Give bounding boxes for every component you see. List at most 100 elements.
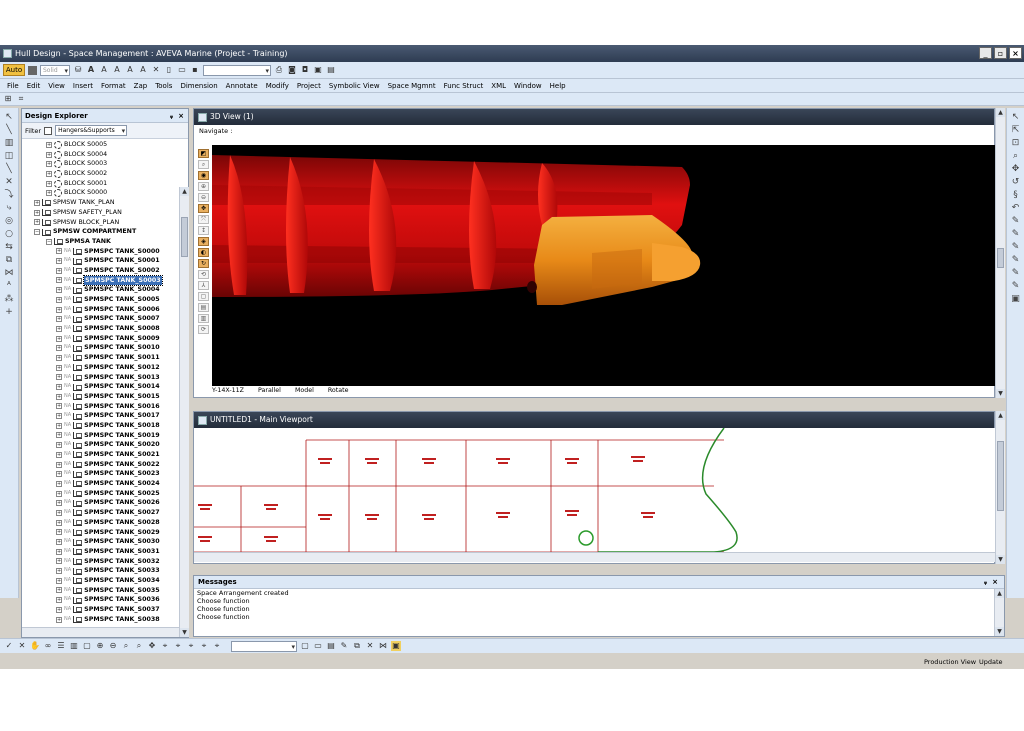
menu-project[interactable]: Project (293, 79, 325, 93)
circle-target-icon[interactable]: ◎ (4, 216, 14, 226)
tree-node-tank[interactable]: + NA SPMSPC TANK_S0025 (22, 489, 179, 499)
save-icon[interactable]: ▪ (190, 65, 200, 75)
tree-node-tank[interactable]: + NA SPMSPC TANK_S0024 (22, 479, 179, 489)
hatch-icon[interactable]: ▥ (4, 138, 14, 148)
tree-node-block[interactable]: + BLOCK S0005 (22, 140, 179, 150)
tree-node-tank[interactable]: + NA SPMSPC TANK_S0032 (22, 557, 179, 567)
expand-icon[interactable]: + (56, 432, 62, 439)
expand-icon[interactable]: + (56, 548, 62, 555)
hand-icon[interactable]: ✋ (30, 641, 40, 651)
expand-icon[interactable]: + (46, 161, 52, 168)
tree-node-tank[interactable]: + NA SPMSPC TANK_S0031 (22, 547, 179, 557)
orbit-icon[interactable]: ◉ (198, 171, 209, 180)
zoom-window-icon[interactable]: ⊡ (1011, 138, 1021, 148)
tree-node-tank[interactable]: + NA SPMSPC TANK_S0009 (22, 334, 179, 344)
tree-node-tank[interactable]: + NA SPMSPC TANK_S0038 (22, 615, 179, 625)
pointer-icon[interactable]: ↖ (4, 112, 14, 122)
expand-icon[interactable]: + (56, 587, 62, 594)
tree-node-tank[interactable]: + NA SPMSPC TANK_S0018 (22, 421, 179, 431)
properties-icon[interactable]: ▣ (391, 641, 401, 651)
expand-icon[interactable]: + (56, 364, 62, 371)
zoom-out-icon[interactable]: ⊖ (108, 641, 118, 651)
tree-node-tank[interactable]: + NA SPMSPC TANK_S0001 (22, 256, 179, 266)
tree-node-block[interactable]: + BLOCK S0003 (22, 159, 179, 169)
tree-node-tank[interactable]: + NA SPMSPC TANK_S0026 (22, 498, 179, 508)
close-icon[interactable]: × (992, 578, 998, 586)
minimize-button[interactable]: _ (979, 47, 992, 59)
tree-node-tank[interactable]: + NA SPMSPC TANK_S0002 (22, 266, 179, 276)
tree-node-tank[interactable]: + NA SPMSPC TANK_S0028 (22, 518, 179, 528)
frame-icon[interactable]: ▭ (313, 641, 323, 651)
walk-icon[interactable]: ◩ (198, 149, 209, 158)
tree-node-tank[interactable]: + NA SPMSPC TANK_S0016 (22, 402, 179, 412)
expand-icon[interactable]: + (46, 190, 52, 197)
menu-symbolic-view[interactable]: Symbolic View (325, 79, 384, 93)
curve-icon[interactable]: ⤷ (4, 203, 14, 213)
tree-node-tank[interactable]: + NA SPMSPC TANK_S0010 (22, 343, 179, 353)
zoom-in-icon[interactable]: ⊕ (198, 182, 209, 191)
expand-icon[interactable]: + (56, 296, 62, 303)
expand-icon[interactable]: + (56, 577, 62, 584)
tree-node-tank[interactable]: + NA SPMSPC TANK_S0007 (22, 314, 179, 324)
tree-node-tank[interactable]: + NA SPMSPC TANK_S0019 (22, 431, 179, 441)
expand-icon[interactable]: + (56, 287, 62, 294)
tree-node-tank[interactable]: + NA SPMSPC TANK_S0004 (22, 285, 179, 295)
window-select-icon[interactable]: ▢ (300, 641, 310, 651)
pen-edit-icon[interactable]: ✎ (1011, 229, 1021, 239)
rotate-icon[interactable]: ↺ (1011, 177, 1021, 187)
section-icon[interactable]: ▤ (198, 303, 209, 312)
new-file-icon[interactable]: ▯ (164, 65, 174, 75)
scroll-up-icon[interactable]: ▲ (180, 187, 189, 196)
tree-node-tank-group[interactable]: − SPMSA TANK (22, 237, 179, 247)
text-edit-icon[interactable]: A (138, 65, 148, 75)
expand-icon[interactable]: + (56, 606, 62, 613)
paint-icon[interactable]: ✎ (339, 641, 349, 651)
tree-node-tank[interactable]: + NA SPMSPC TANK_S0023 (22, 469, 179, 479)
line-icon[interactable]: ╲ (4, 125, 14, 135)
tree-node-tank[interactable]: + NA SPMSPC TANK_S0037 (22, 605, 179, 615)
solid-select[interactable]: Solid (40, 64, 70, 76)
expand-icon[interactable]: + (46, 141, 52, 148)
tree-node-plan[interactable]: + SPMSW BLOCK_PLAN (22, 218, 179, 228)
expand-icon[interactable]: + (56, 325, 62, 332)
expand-icon[interactable]: + (56, 597, 62, 604)
reset-icon[interactable]: ⟲ (198, 270, 209, 279)
expand-icon[interactable]: + (56, 277, 62, 284)
expand-icon[interactable]: + (56, 384, 62, 391)
text-style-icon[interactable]: A (125, 65, 135, 75)
expand-icon[interactable]: + (56, 413, 62, 420)
refresh-icon[interactable]: ⟳ (198, 325, 209, 334)
open-folder-icon[interactable]: ▭ (177, 65, 187, 75)
expand-icon[interactable]: + (56, 306, 62, 313)
text-large-icon[interactable]: A (86, 65, 96, 75)
print-icon[interactable]: ⎙ (274, 65, 284, 75)
expand-icon[interactable]: + (56, 374, 62, 381)
expand-icon[interactable]: + (56, 480, 62, 487)
pen-add-icon[interactable]: ✎ (1011, 242, 1021, 252)
move-icon[interactable]: ⤧ (198, 215, 209, 224)
pen-move-icon[interactable]: ✎ (1011, 268, 1021, 278)
tree-node-tank[interactable]: + NA SPMSPC TANK_S0006 (22, 305, 179, 315)
diagonal-icon[interactable]: ╲ (4, 164, 14, 174)
tree-node-tank[interactable]: + NA SPMSPC TANK_S0036 (22, 595, 179, 605)
tree-node-tank[interactable]: + NA SPMSPC TANK_S0022 (22, 460, 179, 470)
tree-node-block[interactable]: + BLOCK S0002 (22, 169, 179, 179)
copy-icon[interactable]: ⧉ (352, 641, 362, 651)
maximize-button[interactable]: ▫ (994, 47, 1007, 59)
pin-icon[interactable]: ᵩ (984, 578, 987, 586)
expand-icon[interactable]: + (56, 500, 62, 507)
3d-hull-model[interactable] (212, 145, 995, 386)
menu-format[interactable]: Format (97, 79, 130, 93)
scroll-down-icon[interactable]: ▼ (996, 555, 1005, 564)
text-small-icon[interactable]: A (99, 65, 109, 75)
check-icon[interactable]: ✓ (4, 641, 14, 651)
tree-node-tank[interactable]: + NA SPMSPC TANK_S0012 (22, 363, 179, 373)
expand-icon[interactable]: + (46, 151, 52, 158)
menu-view[interactable]: View (44, 79, 69, 93)
db-save-icon[interactable]: ◘ (300, 65, 310, 75)
menu-func-struct[interactable]: Func Struct (440, 79, 488, 93)
menu-dimension[interactable]: Dimension (176, 79, 221, 93)
arc-icon[interactable]: ⤵ (4, 190, 14, 200)
list-icon[interactable]: ☰ (56, 641, 66, 651)
drawing-canvas[interactable] (194, 428, 996, 552)
